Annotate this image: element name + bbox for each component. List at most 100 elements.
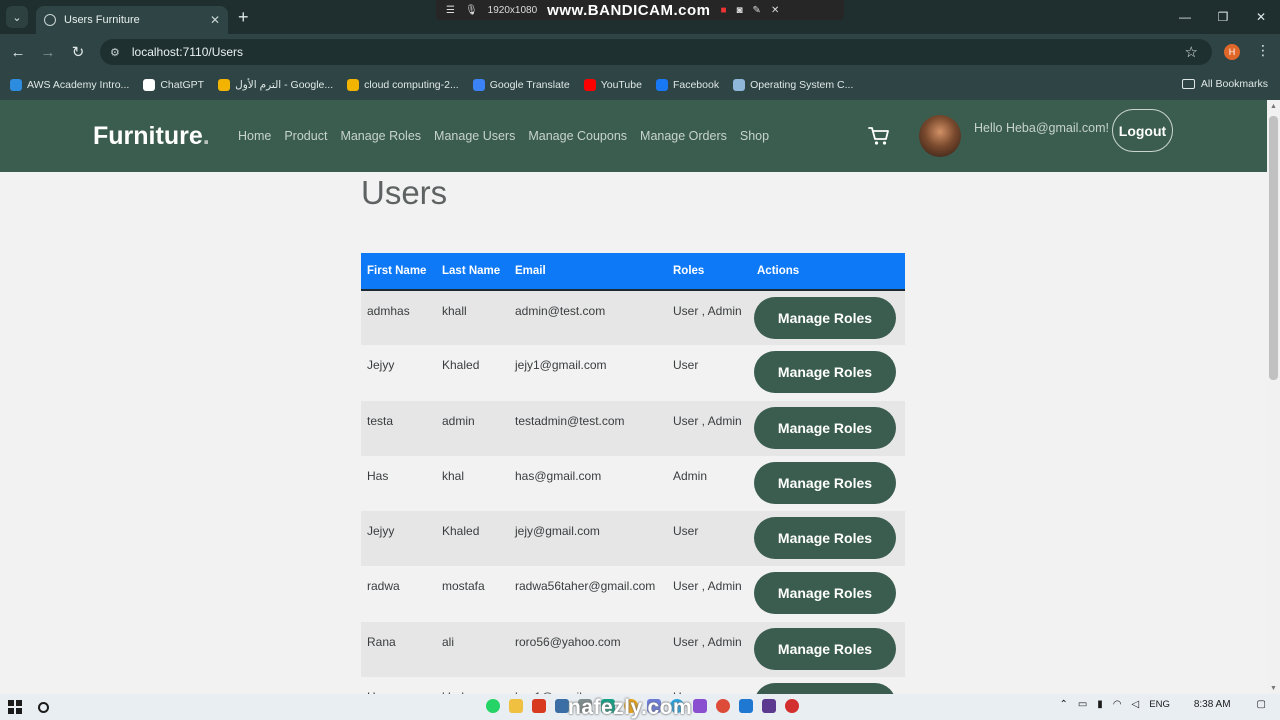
main-menu: Home Product Manage Roles Manage Users M… xyxy=(238,129,769,143)
url-field[interactable]: ⚙ localhost:7110/Users ☆ xyxy=(100,39,1212,65)
mic-icon[interactable]: 🎙 xyxy=(465,5,478,16)
speaker-icon[interactable]: ◁ xyxy=(1132,699,1140,710)
chrome-icon[interactable] xyxy=(716,699,730,713)
visual-studio-icon[interactable] xyxy=(693,699,707,713)
nav-link-manage-orders[interactable]: Manage Orders xyxy=(640,129,727,143)
bookmark-star-icon[interactable]: ☆ xyxy=(1185,43,1198,61)
column-header-roles: Roles xyxy=(667,253,751,291)
illustrator-icon[interactable] xyxy=(532,699,546,713)
wifi-icon[interactable]: ◠ xyxy=(1113,699,1122,710)
app-icon[interactable] xyxy=(555,699,569,713)
nav-link-home[interactable]: Home xyxy=(238,129,271,143)
site-logo[interactable]: Furniture. xyxy=(93,122,210,151)
mail-icon[interactable] xyxy=(739,699,753,713)
bookmarks-bar: AWS Academy Intro... ChatGPT الترم الأول… xyxy=(0,70,1280,100)
bookmark-item[interactable]: Operating System C... xyxy=(733,79,853,91)
nav-link-product[interactable]: Product xyxy=(284,129,327,143)
recorder-brand: www.BANDICAM.com xyxy=(547,1,711,19)
back-arrow-icon[interactable]: ← xyxy=(3,44,33,61)
last-name-cell: Khaled xyxy=(436,511,509,567)
language-indicator[interactable]: ENG xyxy=(1149,699,1170,710)
bookmark-item[interactable]: cloud computing-2... xyxy=(347,79,459,91)
table-row: Has khal has@gmail.com Admin Manage Role… xyxy=(361,455,905,512)
users-table-container: First Name Last Name Email Roles Actions… xyxy=(361,253,905,694)
roles-cell: User xyxy=(667,511,751,567)
manage-roles-button[interactable]: Manage Roles xyxy=(754,406,896,449)
logout-button[interactable]: Logout xyxy=(1112,109,1173,152)
system-tray: ⌃ ▭ ▮ ◠ ◁ ENG 8:38 AM ▢ xyxy=(1059,699,1266,710)
battery-icon[interactable]: ▮ xyxy=(1097,699,1103,710)
bookmark-item[interactable]: ChatGPT xyxy=(143,79,204,91)
last-name-cell: khal xyxy=(436,677,509,694)
actions-cell: Manage Roles xyxy=(751,400,905,456)
roles-cell: Admin xyxy=(667,455,751,512)
roles-cell: User , Admin xyxy=(667,400,751,456)
reload-icon[interactable]: ↻ xyxy=(63,43,93,61)
clock-text[interactable]: 8:38 AM xyxy=(1194,699,1231,710)
all-bookmarks-button[interactable]: All Bookmarks xyxy=(1181,78,1268,90)
tab-search-button[interactable]: ⌄ xyxy=(6,6,28,28)
file-explorer-icon[interactable] xyxy=(509,699,523,713)
cart-icon[interactable] xyxy=(868,126,890,146)
forward-arrow-icon[interactable]: → xyxy=(33,44,63,61)
nav-link-shop[interactable]: Shop xyxy=(740,129,769,143)
whatsapp-icon[interactable] xyxy=(486,699,500,713)
manage-roles-button[interactable]: Manage Roles xyxy=(754,517,896,560)
chevron-up-icon[interactable]: ⌃ xyxy=(1059,699,1067,710)
manage-roles-button[interactable]: Manage Roles xyxy=(754,683,896,694)
first-name-cell: admhas xyxy=(361,290,436,346)
roles-cell: User , Admin xyxy=(667,290,751,346)
actions-cell: Manage Roles xyxy=(751,566,905,622)
actions-cell: Manage Roles xyxy=(751,677,905,694)
actions-cell: Manage Roles xyxy=(751,455,905,512)
manage-roles-button[interactable]: Manage Roles xyxy=(754,297,896,339)
record-icon[interactable]: ■ xyxy=(720,5,726,16)
close-tab-icon[interactable]: ✕ xyxy=(210,13,220,27)
column-header-last-name: Last Name xyxy=(436,253,509,291)
nav-link-manage-roles[interactable]: Manage Roles xyxy=(340,129,421,143)
cloud-icon xyxy=(10,79,22,91)
bookmark-item[interactable]: YouTube xyxy=(583,79,642,91)
last-name-cell: ali xyxy=(436,621,509,678)
windows-start-icon[interactable] xyxy=(8,700,22,714)
bookmark-item[interactable]: Google Translate xyxy=(472,79,570,91)
close-icon[interactable]: ✕ xyxy=(771,5,779,16)
first-name-cell: testa xyxy=(361,400,436,456)
menu-icon[interactable]: ☰ xyxy=(446,5,455,16)
column-header-email: Email xyxy=(509,253,667,291)
site-info-icon[interactable]: ⚙ xyxy=(110,46,120,59)
manage-roles-button[interactable]: Manage Roles xyxy=(754,572,896,615)
actions-cell: Manage Roles xyxy=(751,290,905,346)
close-window-icon[interactable]: ✕ xyxy=(1242,10,1280,24)
profile-avatar[interactable]: H xyxy=(1224,44,1240,60)
bookmark-item[interactable]: الترم الأول - Google... xyxy=(218,79,333,91)
nav-link-manage-coupons[interactable]: Manage Coupons xyxy=(528,129,627,143)
scroll-up-icon[interactable]: ▲ xyxy=(1270,103,1277,110)
table-row: admhas khall admin@test.com User , Admin… xyxy=(361,290,905,346)
app-icon[interactable] xyxy=(762,699,776,713)
record-icon[interactable] xyxy=(785,699,799,713)
more-menu-icon[interactable]: ⋮ xyxy=(1256,42,1270,59)
user-avatar[interactable] xyxy=(919,115,961,157)
pencil-icon[interactable]: ✎ xyxy=(753,5,761,16)
notification-icon[interactable]: ▢ xyxy=(1257,699,1266,710)
manage-roles-button[interactable]: Manage Roles xyxy=(754,351,896,394)
browser-tab[interactable]: Users Furniture ✕ xyxy=(36,6,228,34)
restore-icon[interactable]: ❐ xyxy=(1204,10,1242,24)
bookmark-item[interactable]: AWS Academy Intro... xyxy=(10,79,129,91)
camera-icon[interactable]: ◙ xyxy=(737,5,743,16)
minimize-icon[interactable]: — xyxy=(1166,10,1204,24)
display-icon[interactable]: ▭ xyxy=(1078,699,1087,710)
new-tab-button[interactable]: + xyxy=(238,7,249,28)
nav-link-manage-users[interactable]: Manage Users xyxy=(434,129,515,143)
search-icon[interactable] xyxy=(38,701,49,713)
recorder-bar: ☰ 🎙 1920x1080 www.BANDICAM.com ■ ◙ ✎ ✕ xyxy=(436,0,844,20)
bookmark-item[interactable]: Facebook xyxy=(655,79,719,91)
email-cell: admin@test.com xyxy=(509,290,667,346)
scroll-down-icon[interactable]: ▼ xyxy=(1270,685,1277,692)
page-scrollbar[interactable]: ▲ ▼ xyxy=(1267,100,1280,694)
manage-roles-button[interactable]: Manage Roles xyxy=(754,627,896,670)
scrollbar-thumb[interactable] xyxy=(1269,116,1278,380)
manage-roles-button[interactable]: Manage Roles xyxy=(754,461,896,504)
email-cell: has1@gmail.com xyxy=(509,677,667,694)
